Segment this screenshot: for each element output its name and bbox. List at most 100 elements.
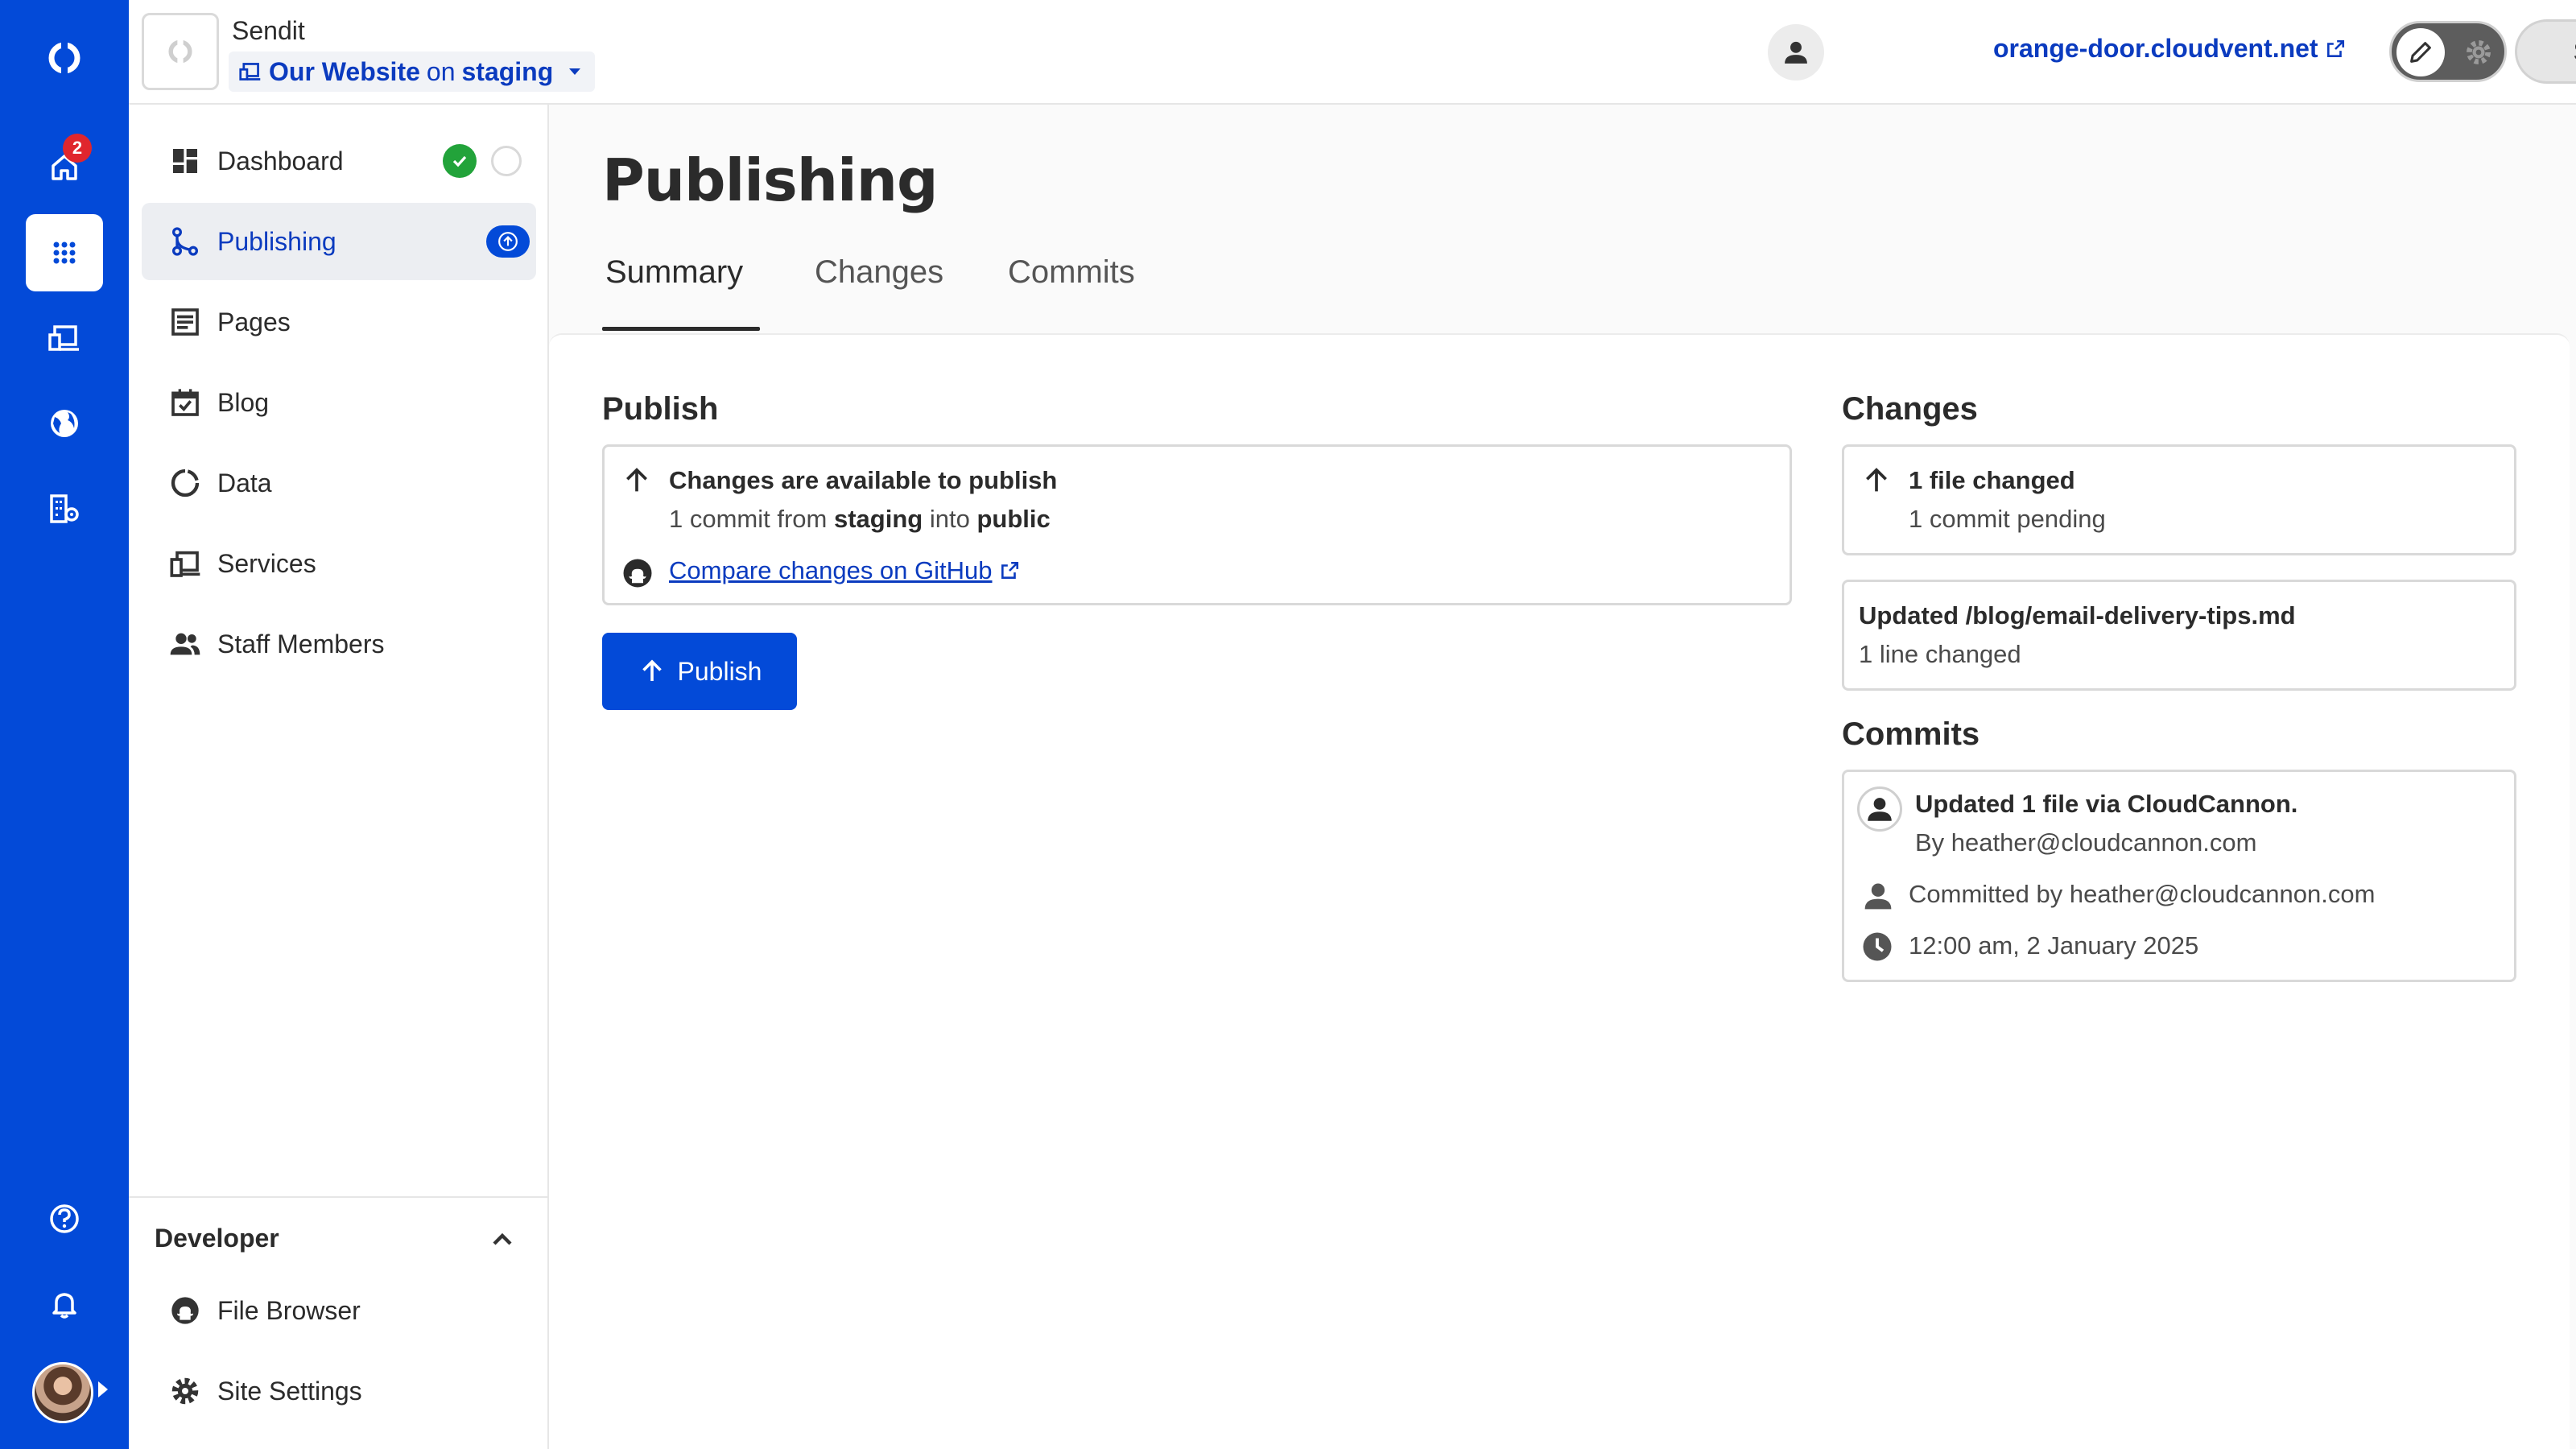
publish-button[interactable]: Publish [602,633,797,710]
source-branch: staging [833,505,923,533]
help-button[interactable] [26,1180,103,1257]
changes-section-title: Changes [1842,391,1978,427]
summary-panel: Publish Changes are available to publish… [549,333,2570,1449]
sidebar-item-pages[interactable]: Pages [142,283,536,361]
branch-name: staging [461,56,554,86]
sidebar-item-dashboard[interactable]: Dashboard [142,122,536,200]
gear-icon [167,1373,203,1409]
people-icon [167,626,203,662]
save-button[interactable]: Save [2515,19,2576,84]
site-thumbnail[interactable] [142,13,219,90]
github-icon [167,1293,203,1328]
notification-badge: 2 [63,134,92,163]
arrow-up-icon [626,468,647,492]
changes-summary-card[interactable]: 1 file changed 1 commit pending [1842,444,2516,555]
dashboard-icon [167,143,203,179]
status-success-icon [443,144,477,178]
publish-status-detail: 1 commit from staging into public [669,505,1051,534]
gear-icon [2467,40,2491,64]
changes-summary-title: 1 file changed [1909,466,2075,494]
cloudcannon-logo[interactable] [26,19,103,97]
tab-summary[interactable]: Summary [605,254,743,291]
branch-icon [167,224,203,259]
developer-divider [129,1196,549,1198]
sidebar-item-file-browser[interactable]: File Browser [142,1272,536,1349]
toggle-knob [2396,28,2445,76]
bell-icon [52,1293,76,1319]
globe-button[interactable] [26,385,103,462]
publish-pending-icon [486,225,530,258]
branch-prefix: on [426,56,456,86]
chevron-down-icon [569,68,581,75]
cloudcannon-logo-icon [48,42,80,74]
devices-icon [239,63,261,80]
edit-mode-toggle[interactable] [2389,21,2507,82]
person-icon [1864,883,1892,910]
publish-status-title: Changes are available to publish [669,466,1058,494]
into-text: into [929,505,970,533]
avatar-caret-icon[interactable] [98,1381,108,1397]
author-avatar-icon [1857,786,1902,832]
sidebar-item-blog[interactable]: Blog [142,364,536,441]
buildings-icon [50,494,79,523]
apps-grid-icon [53,242,76,264]
sidebar-item-label: Publishing [217,226,336,256]
devices-button[interactable] [26,299,103,377]
external-link-icon [1001,561,1019,579]
pencil-icon [2410,42,2431,63]
commit-count-text: 1 commit from [669,505,828,533]
changed-file-title: Updated /blog/email-delivery-tips.md [1859,601,2296,630]
publish-button-label: Publish [677,656,762,686]
sites-apps-button[interactable] [26,214,103,291]
commit-card[interactable]: Updated 1 file via CloudCannon. By heath… [1842,770,2516,982]
site-branch-selector[interactable]: Our Website on staging [229,52,596,92]
tab-commits[interactable]: Commits [1008,254,1135,291]
publish-status-card: Changes are available to publish 1 commi… [602,444,1792,605]
sidebar-item-label: Dashboard [217,146,344,175]
tab-changes[interactable]: Changes [815,254,943,291]
commit-time: 12:00 am, 2 January 2025 [1909,931,2199,960]
sidebar-item-label: Blog [217,387,270,417]
chevron-up-icon[interactable] [486,1224,518,1260]
notifications-button[interactable] [26,1265,103,1343]
commit-author: By heather@cloudcannon.com [1915,828,2257,857]
external-link-icon [2326,39,2344,57]
arrow-up-icon [642,659,662,681]
site-name: Sendit [232,16,305,45]
person-icon [1785,41,1807,64]
status-pending-icon [491,146,522,176]
calendar-check-icon [167,385,203,420]
arrow-up-icon [1866,468,1887,492]
site-url-link[interactable]: orange-door.cloudvent.net [1993,34,2346,64]
commit-title: Updated 1 file via CloudCannon. [1915,790,2298,818]
changes-summary-sub: 1 commit pending [1909,505,2106,533]
help-icon [50,1204,79,1233]
top-header: Sendit Our Website on staging orange-doo… [129,0,2576,105]
sidebar-item-label: Site Settings [217,1376,362,1406]
sidebar-item-label: File Browser [217,1295,361,1325]
github-icon [623,559,652,588]
sidebar-item-label: Pages [217,307,291,336]
compare-changes-text: Compare changes on GitHub [669,556,993,584]
sidebar-item-staff-members[interactable]: Staff Members [142,605,536,683]
sidebar-item-publishing[interactable]: Publishing [142,203,536,280]
sidebar-item-data[interactable]: Data [142,444,536,522]
sidebar-item-label: Services [217,548,316,578]
sidebar-item-site-settings[interactable]: Site Settings [142,1352,536,1430]
clock-icon [1863,932,1892,961]
changed-file-card[interactable]: Updated /blog/email-delivery-tips.md 1 l… [1842,580,2516,691]
organization-button[interactable] [26,470,103,547]
sidebar-item-services[interactable]: Services [142,525,536,602]
app-rail: 2 [0,0,129,1449]
compare-changes-link[interactable]: Compare changes on GitHub [669,556,1020,585]
user-avatar[interactable] [32,1362,93,1423]
home-button[interactable]: 2 [26,129,103,206]
sidebar-item-label: Data [217,468,272,497]
collaborators-button[interactable] [1768,24,1824,80]
site-sidebar: Dashboard Publishing Pages Blog Data Ser… [129,105,549,1449]
site-url-text: orange-door.cloudvent.net [1993,34,2318,63]
developer-section-title: Developer [155,1224,279,1253]
committed-by: Committed by heather@cloudcannon.com [1909,880,2376,908]
devices-icon [48,325,79,351]
target-branch: public [976,505,1051,533]
